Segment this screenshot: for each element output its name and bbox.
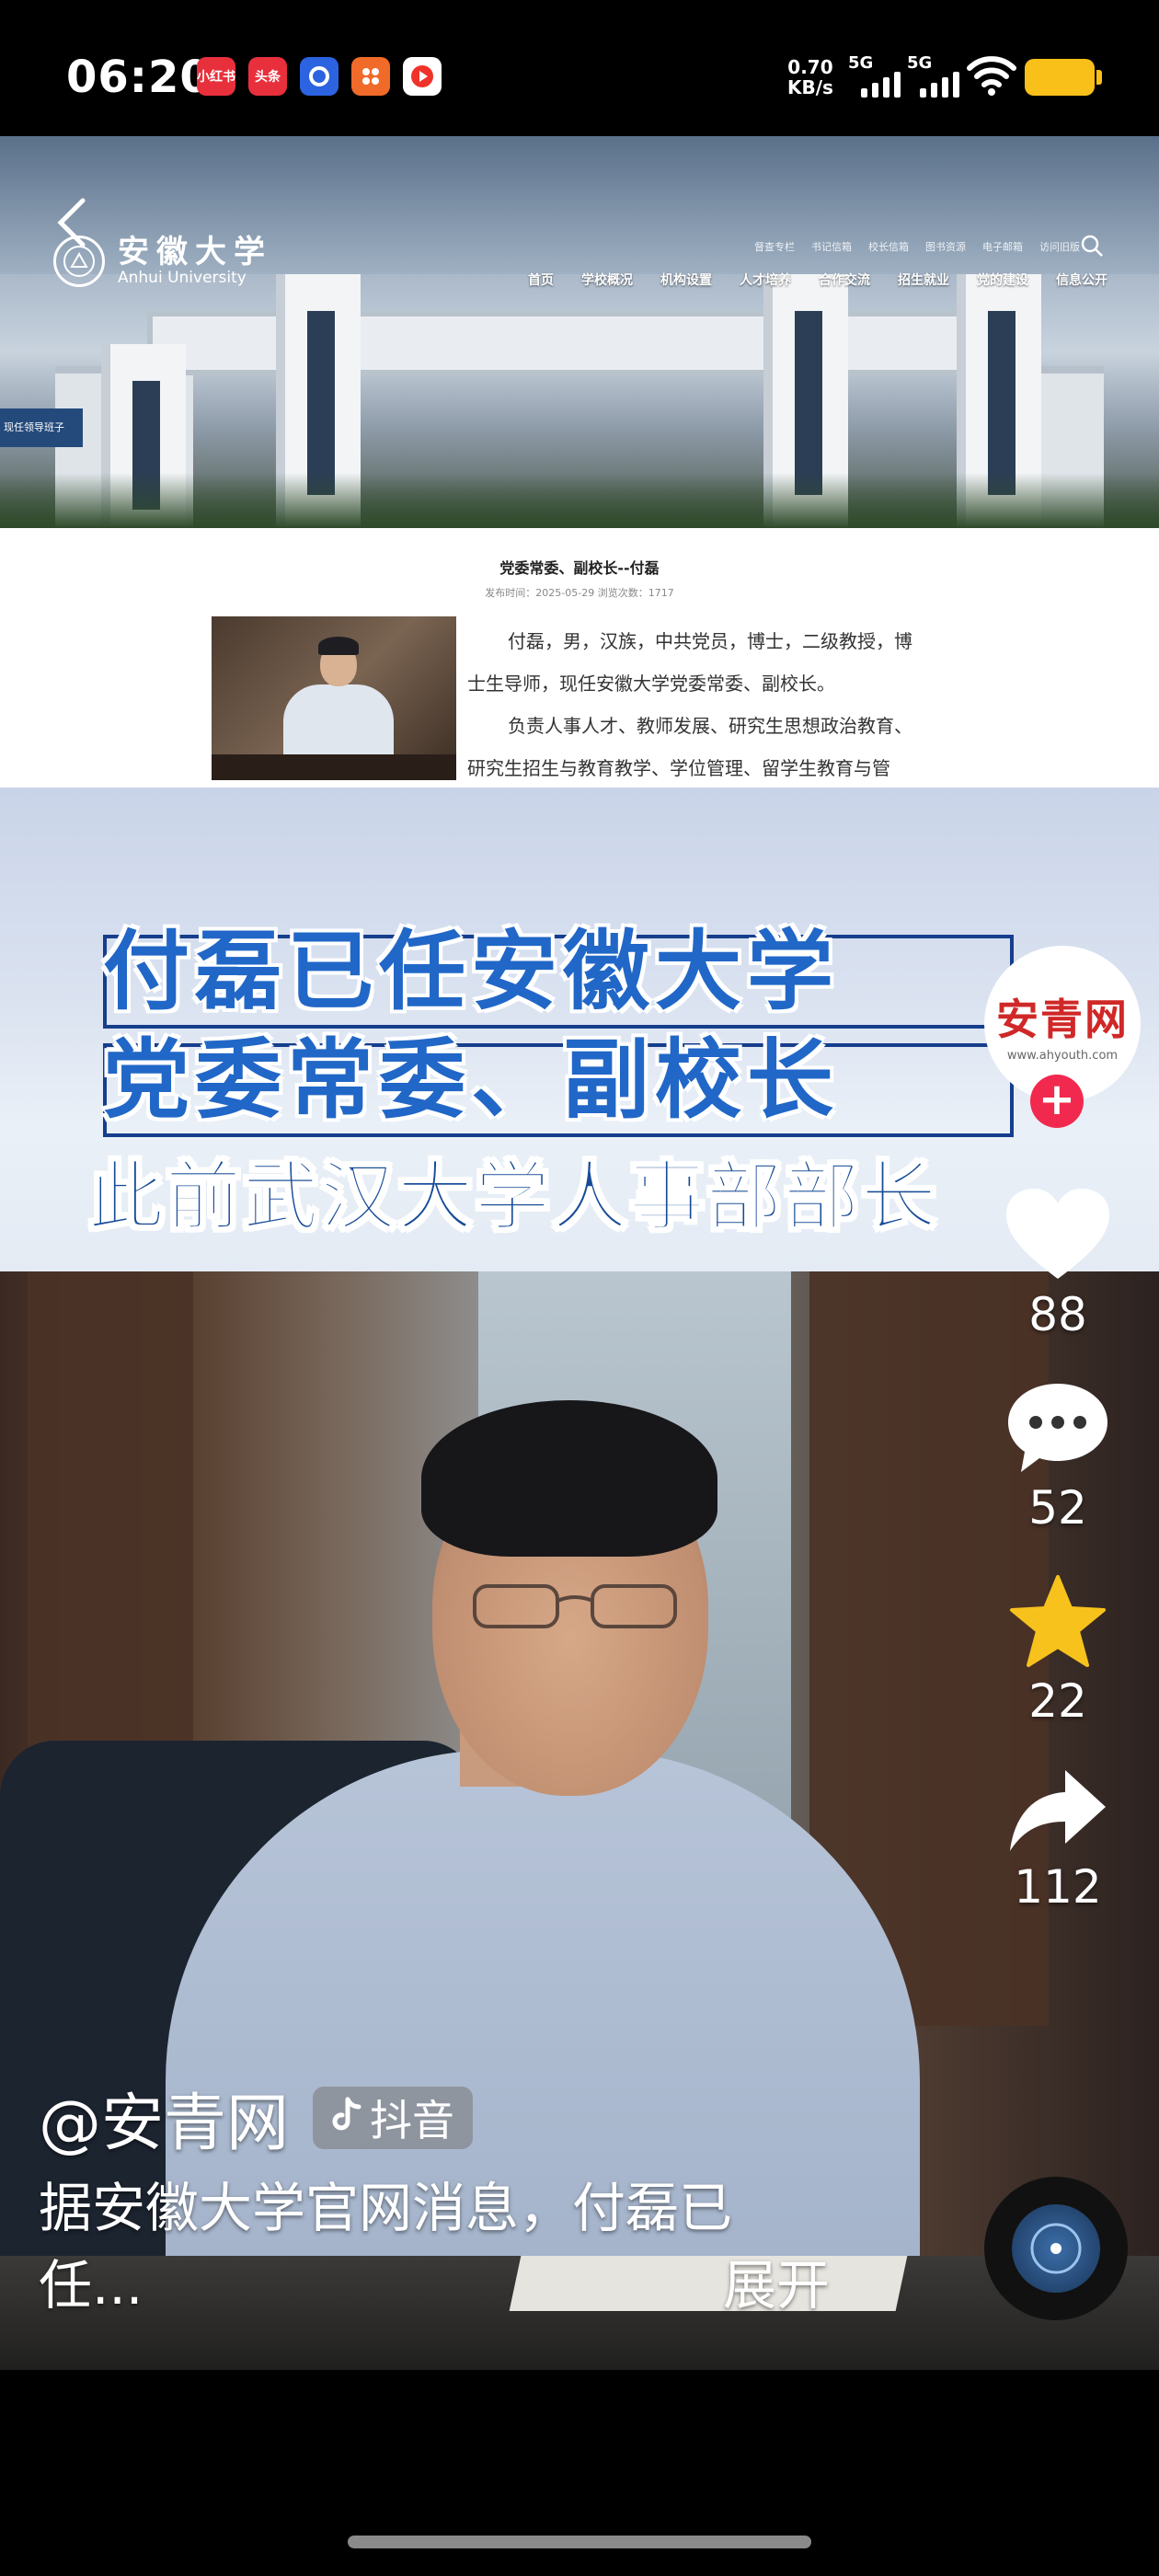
website-search-icon — [1080, 234, 1104, 261]
website-article: 党委常委、副校长--付磊 发布时间：2025-05-29 浏览次数：1717 付… — [0, 528, 1159, 788]
heart-icon — [1006, 1189, 1109, 1279]
watermark-title: 安青网 — [996, 994, 1129, 1044]
wifi-icon — [966, 55, 1017, 99]
share-button[interactable]: 112 — [1006, 1766, 1109, 1914]
app-icon-orange — [351, 57, 390, 96]
like-count: 88 — [1028, 1288, 1087, 1341]
website-top-links: 督查专栏 书记信箱 校长信箱 图书资源 电子邮箱 访问旧版 — [754, 239, 1080, 254]
article-portrait — [212, 616, 456, 780]
app-icon-blue — [300, 57, 339, 96]
article-paragraph: 士生导师，现任安徽大学党委常委、副校长。 — [467, 673, 835, 695]
article-paragraph: 付磊，男，汉族，中共党员，博士，二级教授，博 — [508, 630, 912, 652]
top-link: 校长信箱 — [868, 241, 909, 253]
comment-icon — [1008, 1384, 1107, 1472]
website-nav: 首页 学校概况 机构设置 人才培养 合作交流 招生就业 党的建设 信息公开 — [528, 270, 1107, 289]
top-link: 督查专栏 — [754, 241, 795, 253]
top-link: 访问旧版 — [1039, 241, 1080, 253]
expand-button[interactable]: 展开 — [723, 2247, 830, 2324]
nav-item: 机构设置 — [660, 273, 712, 288]
network-speed-value: 0.70 — [787, 56, 833, 78]
author-name[interactable]: @安青网 — [39, 2072, 289, 2163]
nav-item: 合作交流 — [819, 273, 870, 288]
sim1-signal-icon: 5G — [848, 53, 903, 98]
top-link: 图书资源 — [925, 241, 966, 253]
music-cover-icon — [1012, 2204, 1100, 2293]
nav-item: 信息公开 — [1056, 273, 1107, 288]
toutiao-app-icon: 头条 — [248, 57, 287, 96]
caption-line2: 任... — [39, 2254, 143, 2317]
author-row: @安青网 抖音 — [39, 2072, 474, 2163]
nav-item: 人才培养 — [740, 273, 791, 288]
platform-label: 抖音 — [370, 2095, 455, 2145]
status-time: 06:20 — [66, 52, 212, 103]
sim2-signal-icon: 5G — [907, 53, 962, 98]
video-app-icon — [403, 57, 442, 96]
battery-icon — [1025, 59, 1102, 96]
university-name-cn: 安徽大学 — [118, 234, 272, 270]
like-button[interactable]: 88 — [1004, 1187, 1111, 1341]
comment-count: 52 — [1028, 1481, 1087, 1535]
article-paragraph: 研究生招生与教育教学、学位管理、留学生教育与管 — [467, 757, 890, 779]
status-bar: 06:20 小红书 头条 0.70 KB/s 5G 5G — [0, 0, 1159, 138]
home-indicator[interactable] — [348, 2536, 811, 2548]
article-paragraph: 负责人事人才、教师发展、研究生思想政治教育、 — [508, 715, 912, 737]
back-chevron-icon — [48, 195, 99, 247]
tiktok-note-icon — [331, 2093, 362, 2143]
watermark-url: www.ahyouth.com — [1006, 1048, 1119, 1063]
website-header-image: 安徽大学 Anhui University 督查专栏 书记信箱 校长信箱 图书资… — [0, 136, 1159, 528]
nav-item: 招生就业 — [898, 273, 949, 288]
headline-line2: 党委常委、副校长 — [101, 1029, 840, 1133]
favorite-count: 22 — [1028, 1674, 1087, 1728]
glasses — [473, 1584, 677, 1628]
nav-item: 学校概况 — [581, 273, 633, 288]
article-meta: 发布时间：2025-05-29 浏览次数：1717 — [485, 587, 674, 599]
favorite-button[interactable]: 22 — [1006, 1573, 1109, 1728]
music-disc[interactable] — [984, 2177, 1128, 2320]
caption-line1: 据安徽大学官网消息，付磊已 — [39, 2177, 733, 2239]
douyin-tag[interactable]: 抖音 — [313, 2086, 474, 2149]
video-player[interactable]: 安徽大学 Anhui University 督查专栏 书记信箱 校长信箱 图书资… — [0, 136, 1159, 2370]
comment-button[interactable]: 52 — [1006, 1380, 1109, 1535]
network-speed: 0.70 KB/s — [787, 57, 833, 98]
top-link: 书记信箱 — [811, 241, 852, 253]
follow-plus-button[interactable]: + — [1030, 1075, 1084, 1128]
university-name-en: Anhui University — [118, 269, 247, 287]
star-icon — [1010, 1575, 1106, 1667]
subheadline: 此前武汉大学人事部部长 — [87, 1153, 939, 1242]
article-body: 付磊，男，汉族，中共党员，博士，二级教授，博 士生导师，现任安徽大学党委常委、副… — [467, 620, 936, 789]
nav-item: 首页 — [528, 273, 554, 288]
headline-line1: 付磊已任安徽大学 — [101, 921, 840, 1024]
share-arrow-icon — [1010, 1770, 1106, 1851]
nav-item: 党的建设 — [977, 273, 1028, 288]
post-caption[interactable]: 据安徽大学官网消息，付磊已 任... 展开 — [39, 2169, 830, 2324]
action-column: 88 52 22 112 — [993, 1187, 1122, 1914]
article-title: 党委常委、副校长--付磊 — [499, 559, 660, 577]
share-count: 112 — [1014, 1860, 1102, 1914]
network-speed-unit: KB/s — [787, 76, 833, 98]
xiaohongshu-app-icon: 小红书 — [197, 57, 235, 96]
top-link: 电子邮箱 — [982, 241, 1023, 253]
notification-icons: 小红书 头条 — [197, 57, 442, 96]
website-left-tag: 现任领导班子 — [0, 408, 83, 447]
